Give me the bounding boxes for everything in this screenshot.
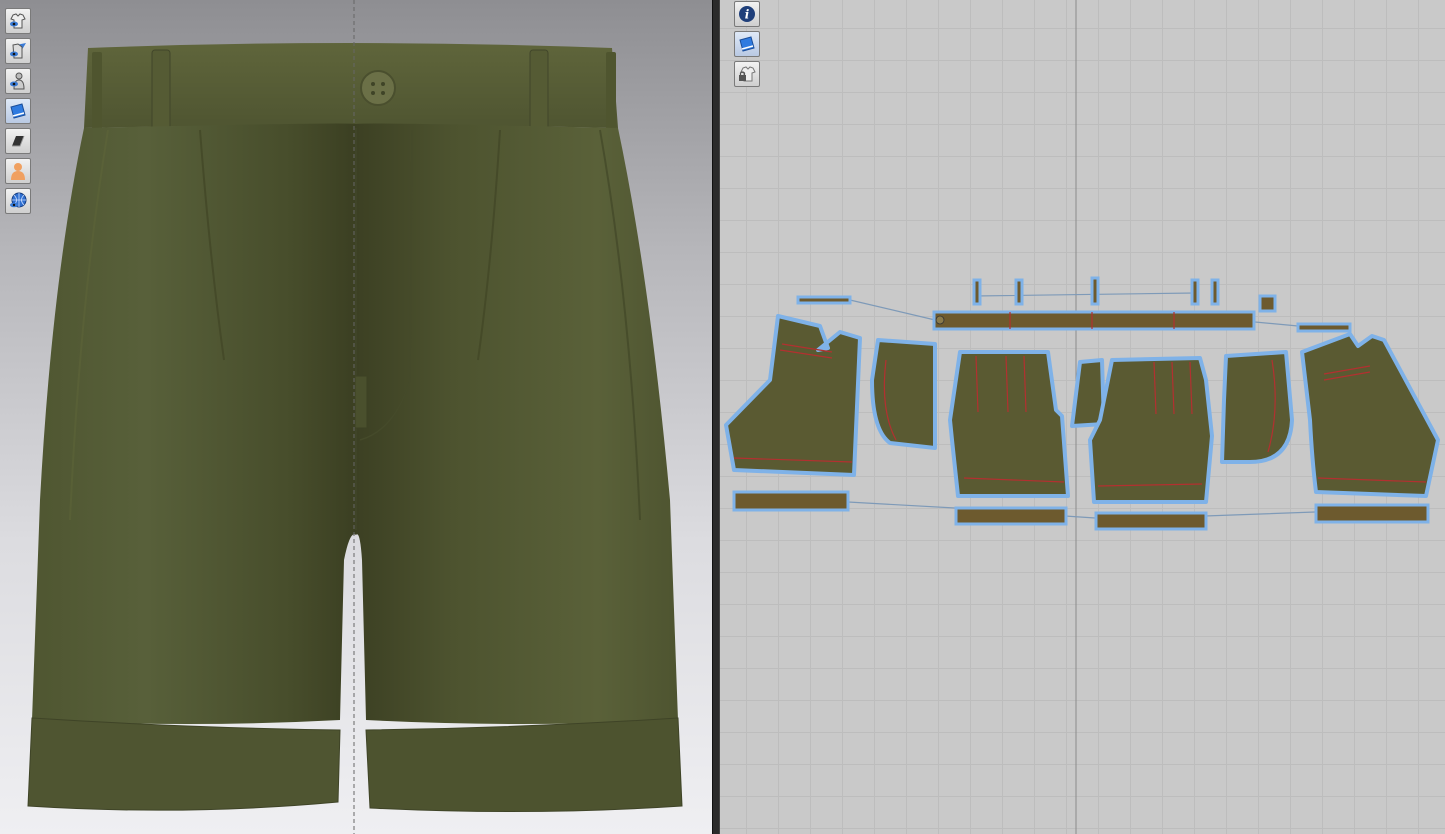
fabric-render-icon[interactable] <box>5 98 31 124</box>
pattern-piece[interactable] <box>1296 322 1352 333</box>
cuff-piece[interactable] <box>1094 511 1208 531</box>
back-leg-left-piece[interactable] <box>724 314 862 477</box>
left-leg <box>32 123 356 724</box>
front-leg-left-piece[interactable] <box>948 350 1070 498</box>
back-leg-right-piece[interactable] <box>1300 332 1440 498</box>
show-garment-icon[interactable] <box>5 8 31 34</box>
pattern-piece[interactable] <box>1190 278 1200 306</box>
garment-3d-render <box>27 0 683 834</box>
lock-garment-icon[interactable] <box>734 61 760 87</box>
right-leg <box>356 123 678 724</box>
front-pocket-right-piece[interactable] <box>1220 350 1294 464</box>
pattern-piece[interactable] <box>1090 276 1100 306</box>
display-mode-icon[interactable] <box>5 128 31 154</box>
waist-button <box>360 70 396 106</box>
pattern-pieces: .pc { fill:#5a5a32; stroke:#7fb2e8; stro… <box>724 0 1440 834</box>
waistband-piece[interactable] <box>932 310 1256 331</box>
front-leg-right-piece[interactable] <box>1088 356 1214 504</box>
show-texture-icon[interactable] <box>5 38 31 64</box>
right-cuff <box>365 717 683 813</box>
3d-toolbar <box>5 8 31 214</box>
texture-view-icon[interactable] <box>734 31 760 57</box>
3d-viewport[interactable] <box>0 0 712 834</box>
cuff-piece[interactable] <box>1314 503 1430 524</box>
avatar-skin-icon[interactable] <box>5 158 31 184</box>
environment-globe-icon[interactable] <box>5 188 31 214</box>
show-avatar-icon[interactable] <box>5 68 31 94</box>
front-pocket-left-piece[interactable] <box>870 338 937 450</box>
pattern-piece[interactable] <box>972 278 982 306</box>
cuff-piece[interactable] <box>954 506 1068 526</box>
viewport-splitter[interactable] <box>712 0 720 834</box>
info-icon[interactable]: i <box>734 1 760 27</box>
pattern-piece[interactable] <box>1014 278 1024 306</box>
pattern-piece[interactable] <box>1258 294 1277 313</box>
2d-toolbar: i <box>734 1 760 87</box>
cuff-piece[interactable] <box>732 490 850 512</box>
pattern-piece[interactable] <box>796 295 852 305</box>
pattern-piece[interactable] <box>1210 278 1220 306</box>
svg-text:i: i <box>745 8 750 22</box>
left-cuff <box>27 717 341 811</box>
2d-pattern-viewport[interactable]: .pc { fill:#5a5a32; stroke:#7fb2e8; stro… <box>720 0 1445 834</box>
